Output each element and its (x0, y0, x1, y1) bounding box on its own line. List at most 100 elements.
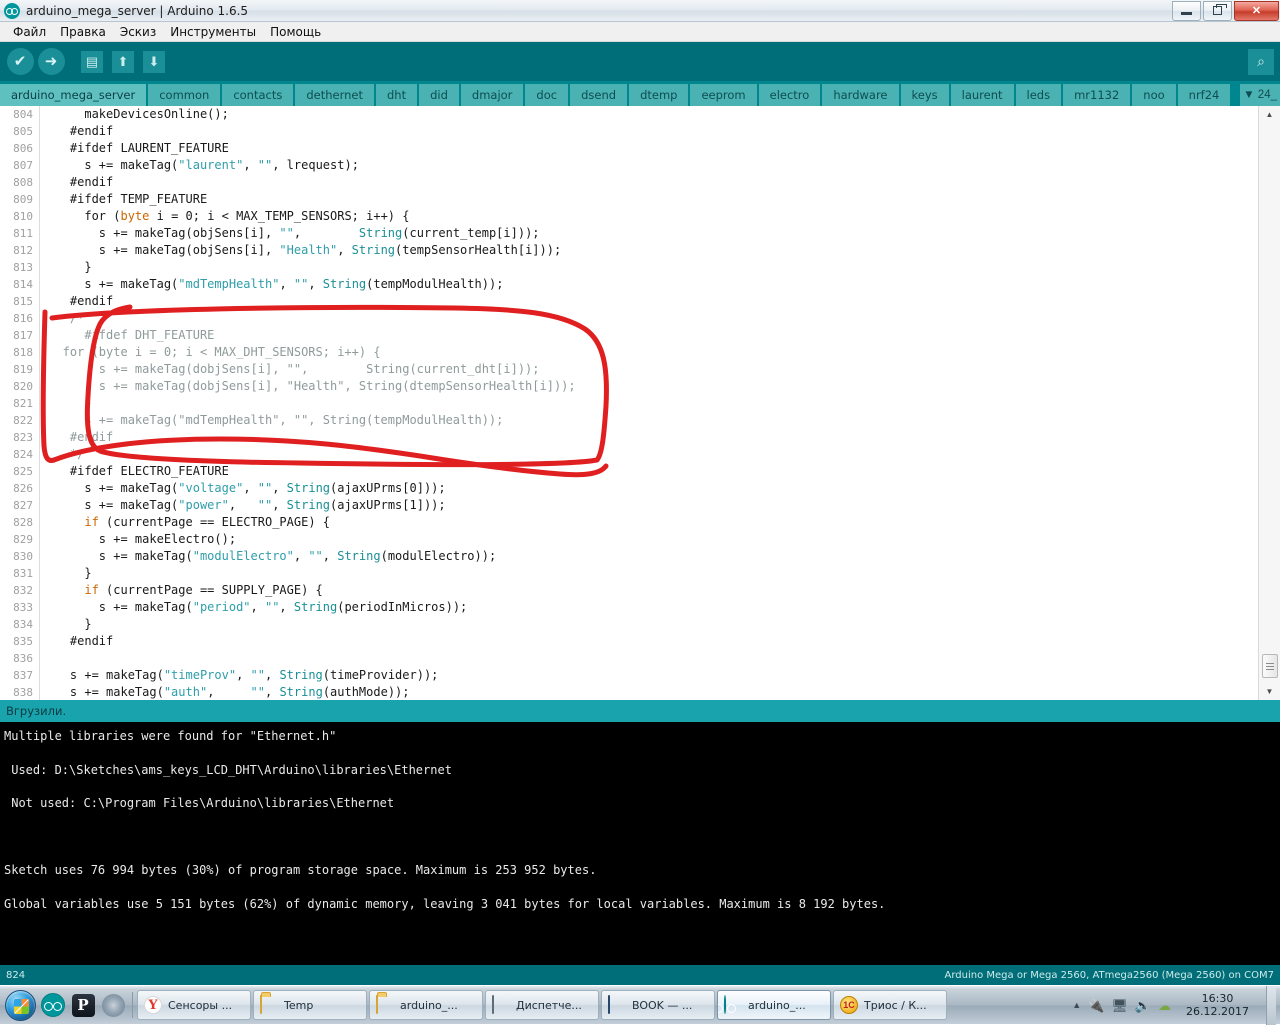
scroll-up-icon[interactable]: ▲ (1261, 107, 1278, 122)
editor-vertical-scrollbar[interactable]: ▲ ▼ (1258, 106, 1280, 700)
code-line[interactable]: if (currentPage == SUPPLY_PAGE) { (41, 582, 1258, 599)
task-button-arduino-ide[interactable]: arduino_... (717, 990, 831, 1020)
volume-icon[interactable]: 🔊 (1135, 999, 1151, 1012)
code-line[interactable]: s += makeTag("auth", "", String(authMode… (41, 684, 1258, 700)
sketch-tab-contacts[interactable]: contacts (222, 84, 294, 106)
code-line[interactable]: s += makeTag("timeProv", "", String(time… (41, 667, 1258, 684)
menu-item-file[interactable]: Файл (6, 24, 53, 40)
code-line[interactable]: for (byte i = 0; i < MAX_DHT_SENSORS; i+… (41, 344, 1258, 361)
sketch-tab-did[interactable]: did (419, 84, 459, 106)
task-button-task-manager[interactable]: Диспетче... (485, 990, 599, 1020)
code-line[interactable]: } (41, 616, 1258, 633)
sketch-tab-dethernet[interactable]: dethernet (295, 84, 374, 106)
code-line[interactable]: s += makeTag("voltage", "", String(ajaxU… (41, 480, 1258, 497)
code-line[interactable]: s += makeTag("mdTempHealth", "", String(… (41, 412, 1258, 429)
code-line[interactable]: s += makeTag("period", "", String(period… (41, 599, 1258, 616)
sketch-tab-mr1132[interactable]: mr1132 (1063, 84, 1131, 106)
network-icon[interactable]: 🖥 (1111, 999, 1128, 1012)
code-line[interactable]: #ifdef ELECTRO_FEATURE (41, 463, 1258, 480)
code-line[interactable]: s += makeTag("laurent", "", lrequest); (41, 157, 1258, 174)
code-line[interactable]: s += makeElectro(); (41, 531, 1258, 548)
restore-button[interactable] (1203, 0, 1232, 21)
menu-item-tools[interactable]: Инструменты (163, 24, 263, 40)
code-line[interactable] (41, 650, 1258, 667)
code-line[interactable]: #ifdef TEMP_FEATURE (41, 191, 1258, 208)
sketch-tab-laurent[interactable]: laurent (950, 84, 1014, 106)
task-button-arduino-folder[interactable]: arduino_... (369, 990, 483, 1020)
scrollbar-thumb[interactable] (1262, 654, 1278, 678)
task-button-sensors[interactable]: Y Сенсоры ... (137, 990, 251, 1020)
letter-p-icon: P (71, 993, 95, 1017)
sketch-tab-electro[interactable]: electro (758, 84, 821, 106)
code-line[interactable]: s += makeTag("mdTempHealth", "", String(… (41, 276, 1258, 293)
show-desktop-button[interactable] (1266, 985, 1276, 1025)
sketch-tab-leds[interactable]: leds (1015, 84, 1062, 106)
sketch-tab-nrf24[interactable]: nrf24 (1177, 84, 1231, 106)
menu-item-help[interactable]: Помощь (263, 24, 328, 40)
code-line[interactable]: s += makeTag(dobjSens[i], "Health", Stri… (41, 378, 1258, 395)
minimize-button[interactable] (1172, 0, 1201, 21)
code-token: , (279, 600, 294, 614)
sketch-tab-eeprom[interactable]: eeprom (690, 84, 757, 106)
safely-remove-icon[interactable]: 🔌 (1088, 999, 1104, 1012)
sketch-tab-dht[interactable]: dht (376, 84, 418, 106)
code-line[interactable]: for (byte i = 0; i < MAX_TEMP_SENSORS; i… (41, 208, 1258, 225)
sketch-tab-dmajor[interactable]: dmajor (460, 84, 524, 106)
task-button-temp[interactable]: Temp (253, 990, 367, 1020)
code-line[interactable]: #endif (41, 429, 1258, 446)
code-line[interactable]: #endif (41, 633, 1258, 650)
code-line[interactable]: #endif (41, 293, 1258, 310)
quick-launch-photoshop[interactable]: P (68, 989, 98, 1021)
code-line[interactable]: } (41, 395, 1258, 412)
code-line[interactable]: } (41, 259, 1258, 276)
task-button-label: arduino_... (400, 998, 458, 1012)
sketch-tab-hardware[interactable]: hardware (822, 84, 899, 106)
antivirus-icon[interactable]: ☁ (1158, 999, 1171, 1012)
verify-button[interactable]: ✔ (6, 48, 34, 76)
open-sketch-button[interactable]: ⬆ (109, 48, 137, 76)
menu-item-edit[interactable]: Правка (53, 24, 113, 40)
code-token: String (279, 668, 323, 682)
code-line[interactable]: s += makeTag(dobjSens[i], "", String(cur… (41, 361, 1258, 378)
quick-launch-flower[interactable] (98, 989, 128, 1021)
task-button-trios[interactable]: 1C Триос / К... (833, 990, 947, 1020)
serial-monitor-button[interactable]: ⌕ (1248, 48, 1274, 75)
tab-overflow-button[interactable]: ▼ 24_ (1240, 84, 1280, 106)
code-line[interactable]: */ (41, 446, 1258, 463)
sketch-tab-common[interactable]: common (148, 84, 221, 106)
line-number: 837 (13, 669, 33, 682)
start-button[interactable] (2, 988, 38, 1022)
scroll-down-icon[interactable]: ▼ (1261, 684, 1278, 699)
task-manager-icon (492, 995, 510, 1014)
close-button[interactable]: ✕ (1234, 0, 1279, 21)
tray-expand-icon[interactable]: ▲ (1072, 1000, 1081, 1010)
code-line[interactable]: s += makeTag("modulElectro", "", String(… (41, 548, 1258, 565)
sketch-tab-dsend[interactable]: dsend (570, 84, 628, 106)
code-text-area[interactable]: makeDevicesOnline(); #endif #ifdef LAURE… (41, 106, 1258, 700)
code-line[interactable]: #ifdef DHT_FEATURE (41, 327, 1258, 344)
sketch-tab-doc[interactable]: doc (525, 84, 569, 106)
quick-launch-arduino[interactable] (38, 989, 68, 1021)
new-sketch-button[interactable]: ▤ (78, 48, 106, 76)
code-line[interactable]: /* (41, 310, 1258, 327)
code-line[interactable]: #endif (41, 174, 1258, 191)
code-line[interactable]: #ifdef LAURENT_FEATURE (41, 140, 1258, 157)
sketch-tab-keys[interactable]: keys (900, 84, 949, 106)
code-line[interactable]: makeDevicesOnline(); (41, 106, 1258, 123)
upload-button[interactable]: ➜ (37, 48, 65, 76)
task-button-book-rdp[interactable]: BOOK — ... (601, 990, 715, 1020)
code-line[interactable]: #endif (41, 123, 1258, 140)
code-editor[interactable]: 804 805 806 807 808 809 810 811 812 813 814 815 816 8… (0, 106, 1280, 700)
code-line[interactable]: s += makeTag(objSens[i], "Health", Strin… (41, 242, 1258, 259)
code-line[interactable]: s += makeTag(objSens[i], "", String(curr… (41, 225, 1258, 242)
save-sketch-button[interactable]: ⬇ (140, 48, 168, 76)
code-line[interactable]: if (currentPage == ELECTRO_PAGE) { (41, 514, 1258, 531)
code-line[interactable]: } (41, 565, 1258, 582)
sketch-tab-noo[interactable]: noo (1132, 84, 1176, 106)
taskbar-clock[interactable]: 16:30 26.12.2017 (1178, 992, 1257, 1018)
sketch-tab-arduino_mega_server[interactable]: arduino_mega_server (0, 84, 147, 106)
code-line[interactable]: s += makeTag("power", "", String(ajaxUPr… (41, 497, 1258, 514)
menu-item-sketch[interactable]: Эскиз (113, 24, 163, 40)
console-output[interactable]: Multiple libraries were found for "Ether… (0, 722, 1280, 965)
sketch-tab-dtemp[interactable]: dtemp (629, 84, 689, 106)
